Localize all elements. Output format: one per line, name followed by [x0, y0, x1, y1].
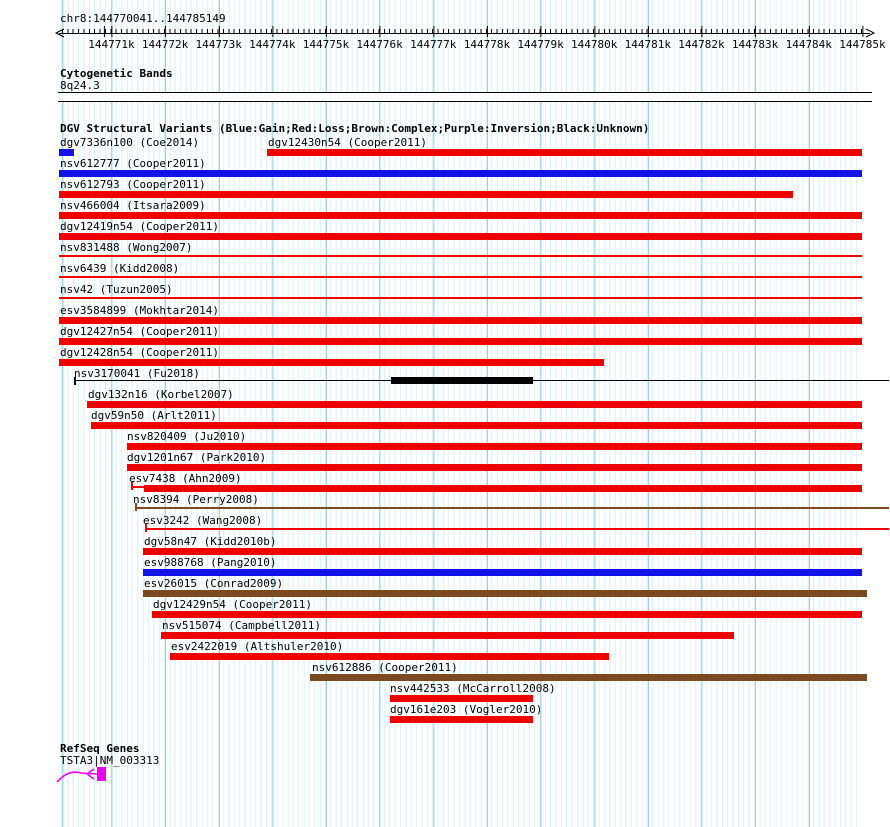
ruler-tick-label: 144780k	[570, 38, 618, 51]
region-coordinates: chr8:144770041..144785149	[60, 12, 226, 25]
variant-label[interactable]: nsv442533 (McCarroll2008)	[390, 683, 556, 694]
dgv-section-title: DGV Structural Variants (Blue:Gain;Red:L…	[60, 122, 650, 135]
variant-bar[interactable]	[131, 486, 144, 488]
variant-label[interactable]: nsv831488 (Wong2007)	[60, 242, 192, 253]
cytoband-section-title: Cytogenetic Bands	[60, 67, 173, 80]
variant-label[interactable]: nsv612886 (Cooper2011)	[312, 662, 458, 673]
variant-label[interactable]: esv2422019 (Altshuler2010)	[171, 641, 343, 652]
variant-label[interactable]: nsv612793 (Cooper2011)	[60, 179, 206, 190]
variant-label[interactable]: nsv8394 (Perry2008)	[133, 494, 259, 505]
variant-bar[interactable]	[152, 611, 862, 618]
variant-label[interactable]: nsv820409 (Ju2010)	[127, 431, 246, 442]
variant-bar[interactable]	[390, 695, 533, 702]
variant-label[interactable]: dgv59n50 (Arlt2011)	[91, 410, 217, 421]
ruler-tick-label: 144785k	[839, 38, 886, 51]
ruler-tick-label: 144782k	[678, 38, 725, 51]
variant-label[interactable]: esv26015 (Conrad2009)	[144, 578, 283, 589]
variant-bar[interactable]	[390, 716, 533, 723]
variant-bar[interactable]	[170, 653, 609, 660]
variant-bar[interactable]	[59, 170, 862, 177]
variant-label[interactable]: esv3584899 (Mokhtar2014)	[60, 305, 219, 316]
variant-label[interactable]: nsv42 (Tuzun2005)	[60, 284, 173, 295]
variant-bar[interactable]	[59, 233, 862, 240]
ruler-tick-label: 144775k	[302, 38, 350, 51]
variant-label[interactable]: dgv12427n54 (Cooper2011)	[60, 326, 219, 337]
variant-bar[interactable]	[143, 548, 862, 555]
cytoband-name: 8q24.3	[60, 79, 100, 92]
variant-bar[interactable]	[59, 191, 793, 198]
variant-bar[interactable]	[145, 528, 889, 530]
variant-bar[interactable]	[59, 212, 862, 219]
variant-bar[interactable]	[310, 674, 867, 681]
variant-label[interactable]: dgv12429n54 (Cooper2011)	[153, 599, 312, 610]
variant-bar[interactable]	[143, 569, 862, 576]
ruler-tick-label: 144771k	[88, 38, 135, 51]
variant-label[interactable]: dgv58n47 (Kidd2010b)	[144, 536, 276, 547]
variant-bar[interactable]	[59, 255, 862, 257]
ruler-right-arrow-icon	[865, 28, 876, 38]
variant-label[interactable]: nsv612777 (Cooper2011)	[60, 158, 206, 169]
ruler-tick-label: 144778k	[463, 38, 511, 51]
ruler-tick-label: 144776k	[356, 38, 403, 51]
ruler-left-arrow-icon	[54, 28, 65, 38]
variant-bar[interactable]	[59, 338, 862, 345]
variant-label[interactable]: nsv3170041 (Fu2018)	[74, 368, 200, 379]
variant-bar[interactable]	[135, 507, 889, 509]
variant-label[interactable]: dgv12419n54 (Cooper2011)	[60, 221, 219, 232]
variant-bar[interactable]	[87, 401, 862, 408]
variant-bar[interactable]	[59, 297, 862, 299]
refseq-section-title: RefSeq Genes	[60, 742, 140, 755]
variant-label[interactable]: dgv7336n100 (Coe2014)	[60, 137, 199, 148]
ruler-tick-label: 144779k	[517, 38, 564, 51]
ruler-tick-label: 144774k	[249, 38, 296, 51]
variant-bar[interactable]	[91, 422, 862, 429]
variant-label[interactable]: dgv12430n54 (Cooper2011)	[268, 137, 427, 148]
variant-label[interactable]: dgv1201n67 (Park2010)	[127, 452, 266, 463]
variant-label[interactable]: dgv132n16 (Korbel2007)	[88, 389, 234, 400]
variant-label[interactable]: esv3242 (Wang2008)	[143, 515, 262, 526]
variant-bar[interactable]	[143, 590, 867, 597]
ruler-major-ticks	[58, 26, 870, 37]
variant-label[interactable]: dgv12428n54 (Cooper2011)	[60, 347, 219, 358]
variant-bar[interactable]	[267, 149, 862, 156]
variant-bar[interactable]	[161, 632, 734, 639]
variant-bar[interactable]	[59, 359, 604, 366]
gene-glyph[interactable]	[55, 764, 113, 784]
ruler-tick-label: 144781k	[624, 38, 672, 51]
ruler-tick-label: 144772k	[141, 38, 189, 51]
variant-endpoint-tick[interactable]	[74, 377, 76, 385]
variant-label[interactable]: dgv161e203 (Vogler2010)	[390, 704, 542, 715]
ruler-tick-label: 144773k	[195, 38, 242, 51]
variant-bar[interactable]	[127, 443, 862, 450]
variant-bar[interactable]	[391, 377, 533, 384]
variant-label[interactable]: esv7438 (Ahn2009)	[129, 473, 242, 484]
variant-bar[interactable]	[127, 464, 862, 471]
variant-label[interactable]: esv988768 (Pang2010)	[144, 557, 276, 568]
variant-label[interactable]: nsv6439 (Kidd2008)	[60, 263, 179, 274]
ruler-tick-label: 144784k	[785, 38, 832, 51]
variant-bar[interactable]	[144, 485, 862, 492]
variant-label[interactable]: nsv515074 (Campbell2011)	[162, 620, 321, 631]
ruler-axis	[59, 33, 870, 34]
ruler-tick-label: 144777k	[410, 38, 457, 51]
genome-browser-panel: chr8:144770041..144785149 144771k 144772k…	[0, 0, 890, 827]
variant-bar[interactable]	[59, 276, 862, 278]
variant-label[interactable]: nsv466004 (Itsara2009)	[60, 200, 206, 211]
variant-bar[interactable]	[59, 149, 74, 156]
cytoband-band[interactable]	[58, 92, 872, 102]
variant-bar[interactable]	[59, 317, 862, 324]
ruler-tick-label: 144783k	[731, 38, 779, 51]
